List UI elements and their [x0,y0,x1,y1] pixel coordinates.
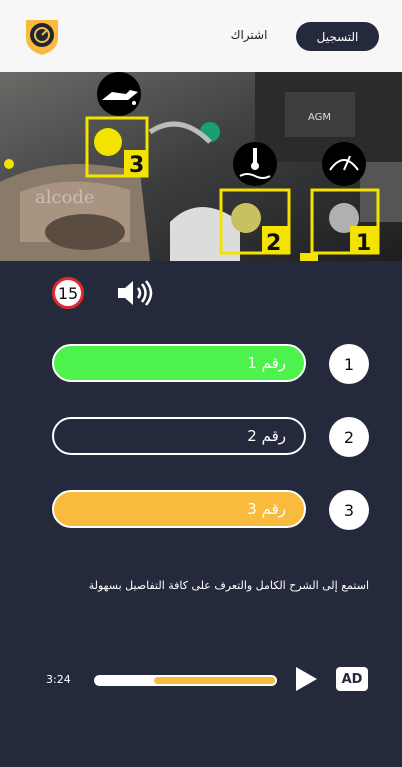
engine-bay-image: AGM alcode 3 2 1 [0,72,402,261]
app-logo-icon[interactable] [22,16,62,56]
register-button[interactable]: التسجيل [296,22,379,51]
explanation-description: استمع إلى الشرح الكامل والتعرف على كافة … [88,579,369,592]
app-header: اشتراك التسجيل [0,0,402,72]
answer-option-2[interactable]: رقم 2 2 [0,417,402,457]
svg-text:AGM: AGM [308,112,331,123]
answer-option-number: 1 [329,344,369,384]
audio-progress-bar[interactable] [94,675,277,686]
subscribe-link[interactable]: اشتراك [224,28,274,42]
oil-can-icon [97,72,141,116]
answer-option-number: 2 [329,417,369,457]
svg-text:1: 1 [356,231,371,256]
watermark-text: alcode [35,187,95,208]
audio-duration: 3:24 [46,673,71,686]
play-icon[interactable] [293,665,319,693]
answer-option-pill[interactable]: رقم 1 [52,344,306,382]
svg-text:2: 2 [266,231,281,256]
speaker-icon[interactable] [116,279,154,307]
audio-progress-fill [154,677,275,684]
countdown-timer: 15 [52,277,84,309]
coolant-temperature-icon [233,142,277,186]
windshield-washer-icon [322,142,366,186]
audio-description-icon[interactable]: AD [336,667,368,691]
answer-option-pill[interactable]: رقم 3 [52,490,306,528]
svg-text:3: 3 [129,153,144,178]
answer-option-number: 3 [329,490,369,530]
answer-option-pill[interactable]: رقم 2 [52,417,306,455]
answer-option-1[interactable]: رقم 1 1 [0,344,402,384]
answer-option-3[interactable]: رقم 3 3 [0,490,402,530]
